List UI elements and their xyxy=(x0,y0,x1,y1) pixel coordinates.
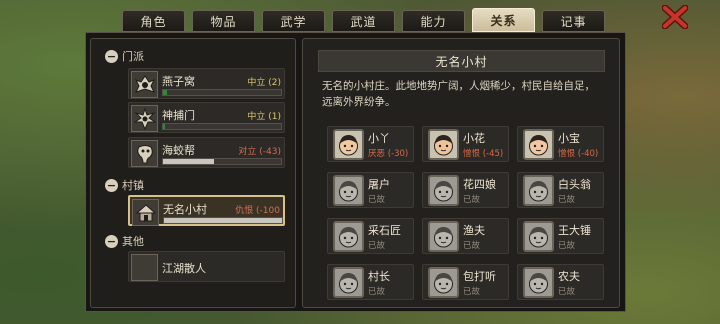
faction-item-wandering-folk[interactable]: 江湖散人 xyxy=(128,251,285,282)
npc-portrait xyxy=(333,267,364,298)
npc-card[interactable]: 王大锤 已故 xyxy=(517,218,604,254)
relation-bar-fill xyxy=(163,124,166,129)
npc-card[interactable]: 采石匠 已故 xyxy=(327,218,414,254)
relation-bar-fill xyxy=(163,159,214,164)
group-header-others[interactable]: − 其他 xyxy=(105,233,144,249)
faction-item-nameless-village[interactable]: 无名小村 仇恨 (-100 xyxy=(128,195,285,226)
npc-portrait xyxy=(523,221,554,252)
npc-status: 已故 xyxy=(558,241,576,251)
npc-portrait xyxy=(428,267,459,298)
npc-portrait xyxy=(523,175,554,206)
npc-card[interactable]: 屠户 已故 xyxy=(327,172,414,208)
tab-character[interactable]: 角色 xyxy=(122,10,185,32)
relation-bar xyxy=(163,217,283,224)
npc-name: 花四娘 xyxy=(463,178,496,191)
npc-name: 屠户 xyxy=(368,178,390,191)
npc-portrait xyxy=(523,129,554,160)
npc-card[interactable]: 渔夫 已故 xyxy=(422,218,509,254)
npc-status: 憎恨 (-40) xyxy=(558,149,599,159)
npc-status: 已故 xyxy=(463,195,481,205)
faction-name: 神捕门 xyxy=(162,109,195,122)
npc-name: 村长 xyxy=(368,270,390,283)
group-header-villages[interactable]: − 村镇 xyxy=(105,177,144,193)
npc-status: 已故 xyxy=(368,195,386,205)
collapse-icon: − xyxy=(105,49,118,63)
faction-name: 无名小村 xyxy=(163,203,207,216)
tab-relations[interactable]: 关系 xyxy=(472,8,535,32)
npc-portrait xyxy=(428,175,459,206)
npc-portrait xyxy=(333,175,364,206)
sect-emblem-icon xyxy=(131,105,158,132)
faction-name: 燕子窝 xyxy=(162,75,195,88)
npc-portrait xyxy=(428,221,459,252)
group-label: 村镇 xyxy=(122,179,144,192)
npc-card[interactable]: 小花憎恨 (-45) xyxy=(422,126,509,162)
npc-name: 包打听 xyxy=(463,270,496,283)
relation-value: 仇恨 (-100 xyxy=(235,206,280,216)
npc-name: 采石匠 xyxy=(368,224,401,237)
npc-name: 农夫 xyxy=(558,270,580,283)
npc-card[interactable]: 小丫厌恶 (-30) xyxy=(327,126,414,162)
npc-card[interactable]: 白头翁 已故 xyxy=(517,172,604,208)
npc-status: 已故 xyxy=(558,195,576,205)
tab-abilities[interactable]: 能力 xyxy=(402,10,465,32)
npc-name: 渔夫 xyxy=(463,224,485,237)
npc-portrait xyxy=(428,129,459,160)
group-header-sects[interactable]: − 门派 xyxy=(105,48,144,64)
group-label: 其他 xyxy=(122,235,144,248)
faction-name: 海蛟帮 xyxy=(162,144,195,157)
npc-name: 小宝 xyxy=(558,132,580,145)
relation-bar xyxy=(162,158,282,165)
npc-status: 已故 xyxy=(558,287,576,297)
relation-value: 中立 (2) xyxy=(247,78,281,88)
npc-card[interactable]: 包打听 已故 xyxy=(422,264,509,300)
relation-bar-fill xyxy=(163,90,167,95)
npc-card[interactable]: 村长 已故 xyxy=(327,264,414,300)
npc-card[interactable]: 农夫 已故 xyxy=(517,264,604,300)
tab-items[interactable]: 物品 xyxy=(192,10,255,32)
faction-item-sea-dragon-gang[interactable]: 海蛟帮 对立 (-43) xyxy=(128,137,285,168)
npc-name: 小花 xyxy=(463,132,485,145)
collapse-icon: − xyxy=(105,234,118,248)
close-button[interactable] xyxy=(660,4,690,30)
relation-bar xyxy=(162,123,282,130)
npc-name: 王大锤 xyxy=(558,224,591,237)
relation-bar xyxy=(162,89,282,96)
npc-status: 厌恶 (-30) xyxy=(368,149,409,159)
relation-value: 中立 (1) xyxy=(247,112,281,122)
sect-emblem-icon xyxy=(131,140,158,167)
village-house-icon xyxy=(132,199,159,226)
npc-status: 已故 xyxy=(368,241,386,251)
detail-description: 无名的小村庄。此地地势广阔，人烟稀少，村民自给自足，远离外界纷争。 xyxy=(322,80,595,108)
relation-bar-fill xyxy=(164,218,282,223)
sect-emblem-icon xyxy=(131,71,158,98)
close-icon xyxy=(662,5,688,29)
npc-name: 白头翁 xyxy=(558,178,591,191)
npc-card[interactable]: 花四娘 已故 xyxy=(422,172,509,208)
npc-status: 已故 xyxy=(463,287,481,297)
npc-name: 小丫 xyxy=(368,132,390,145)
tab-bar: 角色 物品 武学 武道 能力 关系 记事 xyxy=(122,8,605,32)
npc-status: 憎恨 (-45) xyxy=(463,149,504,159)
tab-journal[interactable]: 记事 xyxy=(542,10,605,32)
group-label: 门派 xyxy=(122,50,144,63)
detail-title: 无名小村 xyxy=(318,50,605,72)
relation-value: 对立 (-43) xyxy=(238,147,281,157)
npc-portrait xyxy=(333,129,364,160)
collapse-icon: − xyxy=(105,178,118,192)
faction-item-divine-catchers[interactable]: 神捕门 中立 (1) xyxy=(128,102,285,133)
npc-status: 已故 xyxy=(368,287,386,297)
npc-status: 已故 xyxy=(463,241,481,251)
blank-icon xyxy=(131,254,158,281)
npc-portrait xyxy=(523,267,554,298)
faction-item-swallow-nest[interactable]: 燕子窝 中立 (2) xyxy=(128,68,285,99)
tab-martial-skills[interactable]: 武学 xyxy=(262,10,325,32)
faction-name: 江湖散人 xyxy=(162,262,206,275)
tab-martial-way[interactable]: 武道 xyxy=(332,10,395,32)
npc-card[interactable]: 小宝憎恨 (-40) xyxy=(517,126,604,162)
npc-portrait xyxy=(333,221,364,252)
